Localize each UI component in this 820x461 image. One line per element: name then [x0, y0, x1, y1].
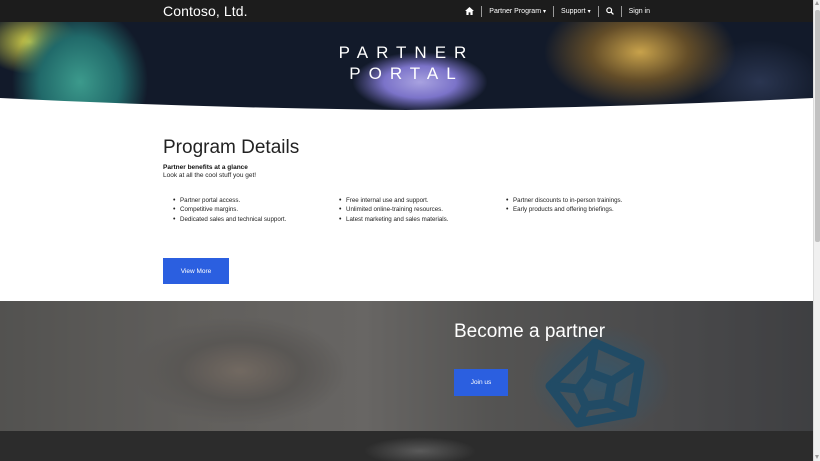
nav-divider [597, 5, 599, 17]
become-partner-heading: Become a partner [454, 321, 606, 342]
benefits-column-1: Partner portal access. Competitive margi… [173, 196, 286, 224]
hero-title-line2: PORTAL [349, 64, 464, 83]
search-icon[interactable] [605, 7, 614, 15]
benefit-item: Free internal use and support. [339, 196, 449, 205]
scroll-up-icon[interactable] [815, 1, 819, 5]
hero-wave-divider [0, 98, 813, 118]
become-partner-section: Become a partner Join us [0, 301, 813, 431]
scroll-down-icon[interactable] [815, 455, 819, 459]
nav-divider [481, 5, 483, 17]
nav-divider [620, 5, 622, 17]
nav-links: Partner Program ▾ Support ▾ Sign in [465, 0, 650, 22]
benefit-item: Dedicated sales and technical support. [173, 215, 286, 224]
hero-title-line1: PARTNER [338, 43, 475, 62]
benefits-column-3: Partner discounts to in-person trainings… [506, 196, 622, 215]
page: Contoso, Ltd. Partner Program ▾ Support … [0, 0, 813, 461]
nav-divider [553, 5, 555, 17]
nav-partner-program-label: Partner Program [489, 7, 542, 15]
benefits-subtext: Look at all the cool stuff you get! [163, 172, 257, 179]
nav-support[interactable]: Support ▾ [561, 8, 591, 15]
brand-logo[interactable]: Contoso, Ltd. [163, 3, 248, 19]
top-nav-bar: Contoso, Ltd. Partner Program ▾ Support … [0, 0, 813, 22]
benefits-column-2: Free internal use and support. Unlimited… [339, 196, 449, 224]
benefit-item: Unlimited online-training resources. [339, 205, 449, 214]
benefit-item: Competitive margins. [173, 205, 286, 214]
benefit-item: Partner portal access. [173, 196, 286, 205]
nav-partner-program[interactable]: Partner Program ▾ [489, 8, 546, 15]
program-details-section: Program Details Partner benefits at a gl… [163, 137, 653, 224]
partner-overlay [0, 301, 813, 431]
benefit-item: Partner discounts to in-person trainings… [506, 196, 622, 205]
benefit-item: Early products and offering briefings. [506, 205, 622, 214]
home-icon[interactable] [465, 7, 475, 15]
benefit-item: Latest marketing and sales materials. [339, 215, 449, 224]
sign-in-link[interactable]: Sign in [629, 8, 650, 15]
chevron-down-icon: ▾ [543, 8, 547, 15]
scrollbar-thumb[interactable] [815, 10, 820, 242]
benefits-subheading: Partner benefits at a glance [163, 164, 248, 171]
nav-support-label: Support [561, 7, 586, 15]
bottom-image-band [0, 431, 813, 461]
view-more-button[interactable]: View More [163, 258, 229, 284]
chevron-down-icon: ▾ [587, 8, 591, 15]
program-details-heading: Program Details [163, 137, 300, 158]
vertical-scrollbar[interactable] [813, 0, 820, 461]
join-us-button[interactable]: Join us [454, 369, 508, 396]
